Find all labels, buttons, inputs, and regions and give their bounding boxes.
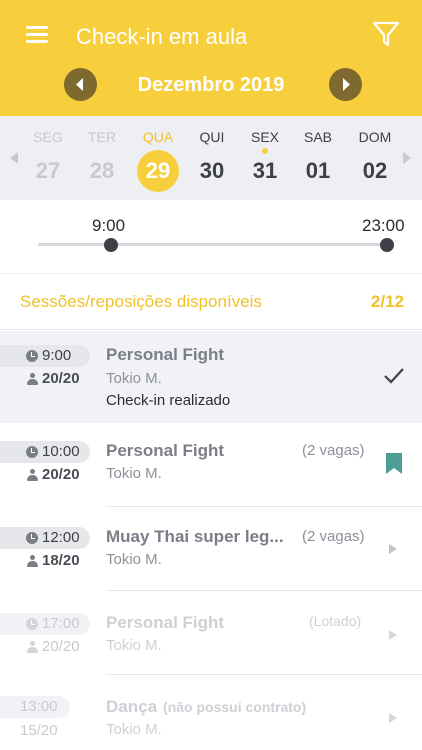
time-pill: 10:00 <box>0 441 90 463</box>
chevron-right-icon <box>389 713 397 723</box>
session-row[interactable]: 12:00 18/20 Muay Thai super leg... (2 va… <box>0 507 422 591</box>
chevron-right-icon <box>389 544 397 554</box>
clock-icon <box>26 532 38 544</box>
filter-icon[interactable] <box>372 20 400 48</box>
time-range-slider: 9:00 23:00 <box>0 200 422 274</box>
person-icon <box>27 469 38 481</box>
day-number: 27 <box>35 158 61 183</box>
slider-end-time: 23:00 <box>362 216 405 235</box>
chevron-right-icon <box>343 78 350 91</box>
sessions-label: Sessões/reposições disponíveis <box>20 292 262 311</box>
bookmark-icon[interactable] <box>385 453 403 475</box>
time-pill: 17:00 <box>0 613 90 635</box>
session-capacity: 18/20 <box>42 552 80 569</box>
vacancies-label: (2 vagas) <box>302 528 365 545</box>
day-name: SEG <box>33 129 63 145</box>
session-row[interactable]: 9:00 20/20 Personal Fight Tokio M. Check… <box>0 331 422 423</box>
day-monday[interactable]: SEG 27 <box>21 116 75 200</box>
sessions-count: 2/12 <box>370 292 404 311</box>
slider-end-handle[interactable] <box>380 238 394 252</box>
day-name: SAB <box>303 129 332 145</box>
person-icon <box>27 641 38 653</box>
next-month-button[interactable] <box>329 68 362 101</box>
clock-icon <box>26 618 38 630</box>
time-pill: 13:00 <box>0 696 70 718</box>
session-row[interactable]: 10:00 20/20 Personal Fight (2 vagas) Tok… <box>0 423 422 507</box>
checkmark-icon <box>384 368 404 384</box>
day-number: 29 <box>145 158 171 183</box>
day-number: 01 <box>305 158 331 183</box>
week-next-arrow-icon[interactable] <box>401 152 411 164</box>
session-capacity: 15/20 <box>20 722 58 739</box>
class-name-text: Dança <box>106 697 158 716</box>
teacher-name: Tokio M. <box>106 721 162 738</box>
day-name: DOM <box>358 129 392 145</box>
day-saturday[interactable]: SAB 01 <box>291 116 345 200</box>
class-name: Dança (não possui contrato) <box>106 697 306 717</box>
day-thursday[interactable]: QUI 30 <box>185 116 239 200</box>
time-pill: 12:00 <box>0 527 90 549</box>
vacancies-label: (Lotado) <box>309 613 362 629</box>
checkin-status: Check-in realizado <box>106 392 231 409</box>
day-wednesday-selected[interactable]: QUA 29 <box>131 116 185 200</box>
session-capacity: 20/20 <box>42 638 80 655</box>
page-title: Check-in em aula <box>76 24 248 49</box>
class-name: Personal Fight <box>106 441 225 460</box>
day-number: 31 <box>252 158 278 183</box>
teacher-name: Tokio M. <box>106 465 162 482</box>
app-header: Check-in em aula Dezembro 2019 <box>0 0 422 116</box>
week-strip: SEG 27 TER 28 QUA 29 QUI 30 SEX 31 SAB 0… <box>0 116 422 200</box>
day-number: 28 <box>89 158 115 183</box>
week-prev-arrow-icon[interactable] <box>10 152 20 164</box>
person-icon <box>27 555 38 567</box>
day-name: TER <box>88 129 116 145</box>
session-time: 9:00 <box>42 347 72 364</box>
event-dot-indicator <box>262 148 268 154</box>
teacher-name: Tokio M. <box>106 637 162 654</box>
session-time: 13:00 <box>20 698 58 715</box>
clock-icon <box>26 446 38 458</box>
slider-start-handle[interactable] <box>104 238 118 252</box>
clock-icon <box>26 350 38 362</box>
session-row[interactable]: 13:00 15/20 Dança (não possui contrato) T… <box>0 675 422 750</box>
session-time: 10:00 <box>42 443 80 460</box>
day-number: 02 <box>362 158 388 183</box>
day-name: SEX <box>250 129 279 145</box>
session-time: 12:00 <box>42 529 80 546</box>
no-contract-note: (não possui contrato) <box>163 699 307 715</box>
day-name: QUI <box>199 129 225 145</box>
month-navigator: Dezembro 2019 <box>0 68 422 104</box>
teacher-name: Tokio M. <box>106 551 162 568</box>
day-tuesday[interactable]: TER 28 <box>75 116 129 200</box>
session-capacity: 20/20 <box>42 466 80 483</box>
previous-month-button[interactable] <box>64 68 97 101</box>
day-friday[interactable]: SEX 31 <box>238 116 292 200</box>
day-name: QUA <box>142 129 174 145</box>
chevron-left-icon <box>76 78 83 91</box>
time-pill: 9:00 <box>0 345 90 367</box>
vacancies-label: (2 vagas) <box>302 442 365 459</box>
class-name: Personal Fight <box>106 345 225 364</box>
class-name: Personal Fight <box>106 613 225 632</box>
session-row[interactable]: 17:00 20/20 Personal Fight (Lotado) Toki… <box>0 591 422 675</box>
session-capacity: 20/20 <box>42 370 80 387</box>
hamburger-menu-icon[interactable] <box>26 26 48 44</box>
day-sunday[interactable]: DOM 02 <box>348 116 402 200</box>
slider-start-time: 9:00 <box>92 216 126 235</box>
slider-track[interactable] <box>38 243 388 246</box>
sessions-summary: Sessões/reposições disponíveis 2/12 <box>0 274 422 330</box>
class-name: Muay Thai super leg... <box>106 527 284 546</box>
chevron-right-icon <box>389 630 397 640</box>
person-icon <box>27 373 38 385</box>
teacher-name: Tokio M. <box>106 370 162 387</box>
session-time: 17:00 <box>42 615 80 632</box>
day-number: 30 <box>199 158 225 183</box>
